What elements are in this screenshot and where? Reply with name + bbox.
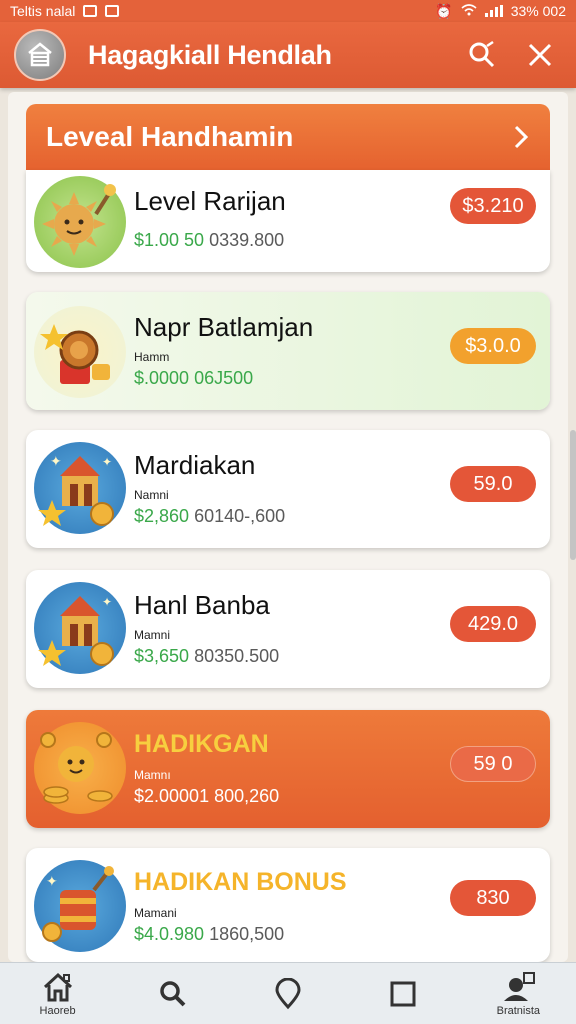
svg-text:✦: ✦ [50,453,62,469]
item-subtitle: Hamm [134,350,170,364]
lock-trophy-icon [34,306,126,398]
location-icon [275,977,301,1009]
app-bar: Hagagkiall Hendlah [0,22,576,88]
nav-item-home[interactable]: Haoreb [13,971,103,1017]
nav-label-profile: Bratnista [496,1004,541,1017]
list-item[interactable]: Level Rarijan $1.00 50 0339.800 $3.210 [26,170,550,272]
svg-text:✦: ✦ [102,455,112,469]
price-value: $2.00001 [134,786,210,806]
item-subtitle: Mamnı [134,768,171,782]
nav-item-square[interactable] [358,980,448,1008]
download-icon [105,5,120,17]
item-price: $3,650 80350.500 [134,646,279,667]
price-value: $1.00 50 [134,230,205,250]
item-price: $4.0.980 1860,500 [134,924,284,945]
item-name: Level Rarijan [134,186,286,216]
price-badge[interactable]: $3.0.0 [450,328,536,364]
section-header[interactable]: Leveal Handhamin [26,104,550,170]
price-secondary: 80350.500 [194,646,280,666]
page-title: Hagagkiall Hendlah [88,39,332,70]
item-name: HADIKAN BONUS [134,868,347,896]
alarm-icon: ⏰ [435,2,453,19]
item-name: HADIKGAN [134,730,269,758]
item-price: $2,860 60140-,600 [134,506,285,527]
search-button[interactable] [460,33,504,77]
item-subtitle: Namni [134,488,169,502]
item-name: Hanl Banba [134,590,270,620]
chevron-right-icon [514,125,529,149]
battery-text: 33% 002 [510,3,566,19]
svg-text:✦: ✦ [46,873,58,889]
status-bar: Teltis nalal ⏰ 33% 002 [0,0,576,22]
item-price: $1.00 50 0339.800 [134,230,284,251]
item-price: $.0000 06J500 [134,368,253,389]
price-secondary: 60140-,600 [194,506,286,526]
price-value: $3,650 [134,646,190,666]
drum-coin-icon: ✦ [34,860,126,952]
coin-character-icon [34,722,126,814]
status-carrier-text: Teltis nalal [10,3,76,19]
price-badge[interactable]: 429.0 [450,606,536,642]
price-value: $.0000 [134,368,190,388]
price-value: $4.0.980 [134,924,205,944]
item-name: Mardiakan [134,450,256,480]
temple-coin-icon: ✦ [34,582,126,674]
list-item[interactable]: ✦ Hanl Banba Mamni $3,650 80350.500 429.… [26,570,550,688]
price-badge[interactable]: 830 [450,880,536,916]
item-price: $2.00001 800,260 [134,786,279,807]
list-item-highlighted[interactable]: HADIKGAN Mamnı $2.00001 800,260 59 0 [26,710,550,828]
square-icon [390,981,416,1006]
app-logo-icon[interactable] [14,29,66,81]
search-icon [160,980,186,1006]
profile-icon [504,971,536,1001]
price-secondary: 800,260 [214,786,280,806]
scrollbar[interactable] [570,430,576,560]
sun-character-icon [34,176,126,268]
list-item[interactable]: Napr Batlamjan Hamm $.0000 06J500 $3.0.0 [26,292,550,410]
home-icon [43,972,72,1001]
signal-icon [484,5,503,17]
close-icon [528,43,552,67]
price-secondary: 06J500 [194,368,254,388]
svg-text:✦: ✦ [102,595,112,609]
section-title: Leveal Handhamin [46,121,294,152]
content-panel: Leveal Handhamin Level Rarijan $1.00 50 … [8,92,568,962]
search-icon [469,40,495,68]
nav-item-location[interactable] [243,977,333,1010]
price-secondary: 1860,500 [209,924,285,944]
item-name: Napr Batlamjan [134,312,314,342]
temple-coin-icon: ✦ ✦ [34,442,126,534]
item-subtitle: Mamni [134,628,171,642]
item-subtitle: Mamani [134,906,177,920]
close-button[interactable] [518,33,562,77]
nav-item-search[interactable] [128,979,218,1009]
list-item[interactable]: ✦ ✦ Mardiakan Namni $2,860 60140-,600 59.… [26,430,550,548]
nav-label-home: Haoreb [39,1004,76,1017]
list-item[interactable]: ✦ HADIKAN BONUS Mamani $4.0.980 1860,500… [26,848,550,962]
bottom-nav: Haoreb Bratnista [0,962,576,1024]
price-value: $2,860 [134,506,190,526]
price-badge[interactable]: $3.210 [450,188,536,224]
price-secondary: 0339.800 [209,230,285,250]
wifi-icon [461,3,477,19]
price-badge[interactable]: 59.0 [450,466,536,502]
nav-item-profile[interactable]: Bratnista [473,971,563,1017]
notification-icon [83,5,98,17]
price-badge[interactable]: 59 0 [450,746,536,782]
